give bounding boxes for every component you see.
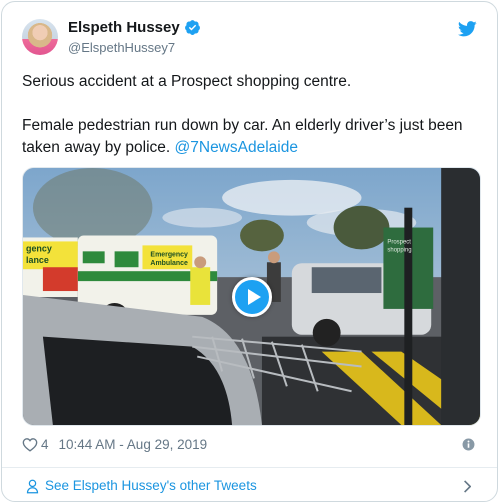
play-icon <box>248 289 261 305</box>
svg-text:shopping: shopping <box>387 247 411 253</box>
play-button[interactable] <box>232 277 272 317</box>
tweet-paragraph-2: Female pedestrian run down by car. An el… <box>22 115 482 159</box>
tweet-card: Elspeth Hussey @ElspethHussey7 Serious a… <box>1 1 498 502</box>
svg-text:Emergency: Emergency <box>150 251 188 258</box>
tweet-meta: 4 10:44 AM - Aug 29, 2019 <box>22 437 207 452</box>
tweet-text: Serious accident at a Prospect shopping … <box>22 71 482 181</box>
info-icon[interactable] <box>462 438 475 451</box>
person-icon <box>26 479 39 494</box>
tweet-paragraph-1: Serious accident at a Prospect shopping … <box>22 73 352 90</box>
heart-icon[interactable] <box>22 437 38 452</box>
svg-text:Ambulance: Ambulance <box>150 260 188 267</box>
twitter-bird-icon[interactable] <box>458 21 477 37</box>
chevron-right-icon <box>464 480 471 493</box>
other-tweets-label: See Elspeth Hussey's other Tweets <box>45 478 257 493</box>
svg-text:lance: lance <box>26 255 49 265</box>
svg-text:gency: gency <box>26 243 52 253</box>
author-handle[interactable]: @ElspethHussey7 <box>68 40 201 55</box>
tweet-header: Elspeth Hussey @ElspethHussey7 <box>2 2 497 64</box>
like-count: 4 <box>41 437 49 452</box>
tweet-timestamp[interactable]: 10:44 AM - Aug 29, 2019 <box>59 437 208 452</box>
display-name-row: Elspeth Hussey <box>68 19 201 36</box>
author-display-name[interactable]: Elspeth Hussey <box>68 19 180 36</box>
mention-link[interactable]: @7NewsAdelaide <box>175 139 298 156</box>
svg-text:Prospect: Prospect <box>387 239 411 245</box>
video-media[interactable]: Emergency Ambulance gency lance Prospect… <box>22 167 481 426</box>
see-other-tweets-link[interactable]: See Elspeth Hussey's other Tweets <box>2 468 497 501</box>
author-names: Elspeth Hussey @ElspethHussey7 <box>68 19 201 55</box>
verified-badge-icon <box>184 20 200 35</box>
author-avatar[interactable] <box>22 19 58 55</box>
